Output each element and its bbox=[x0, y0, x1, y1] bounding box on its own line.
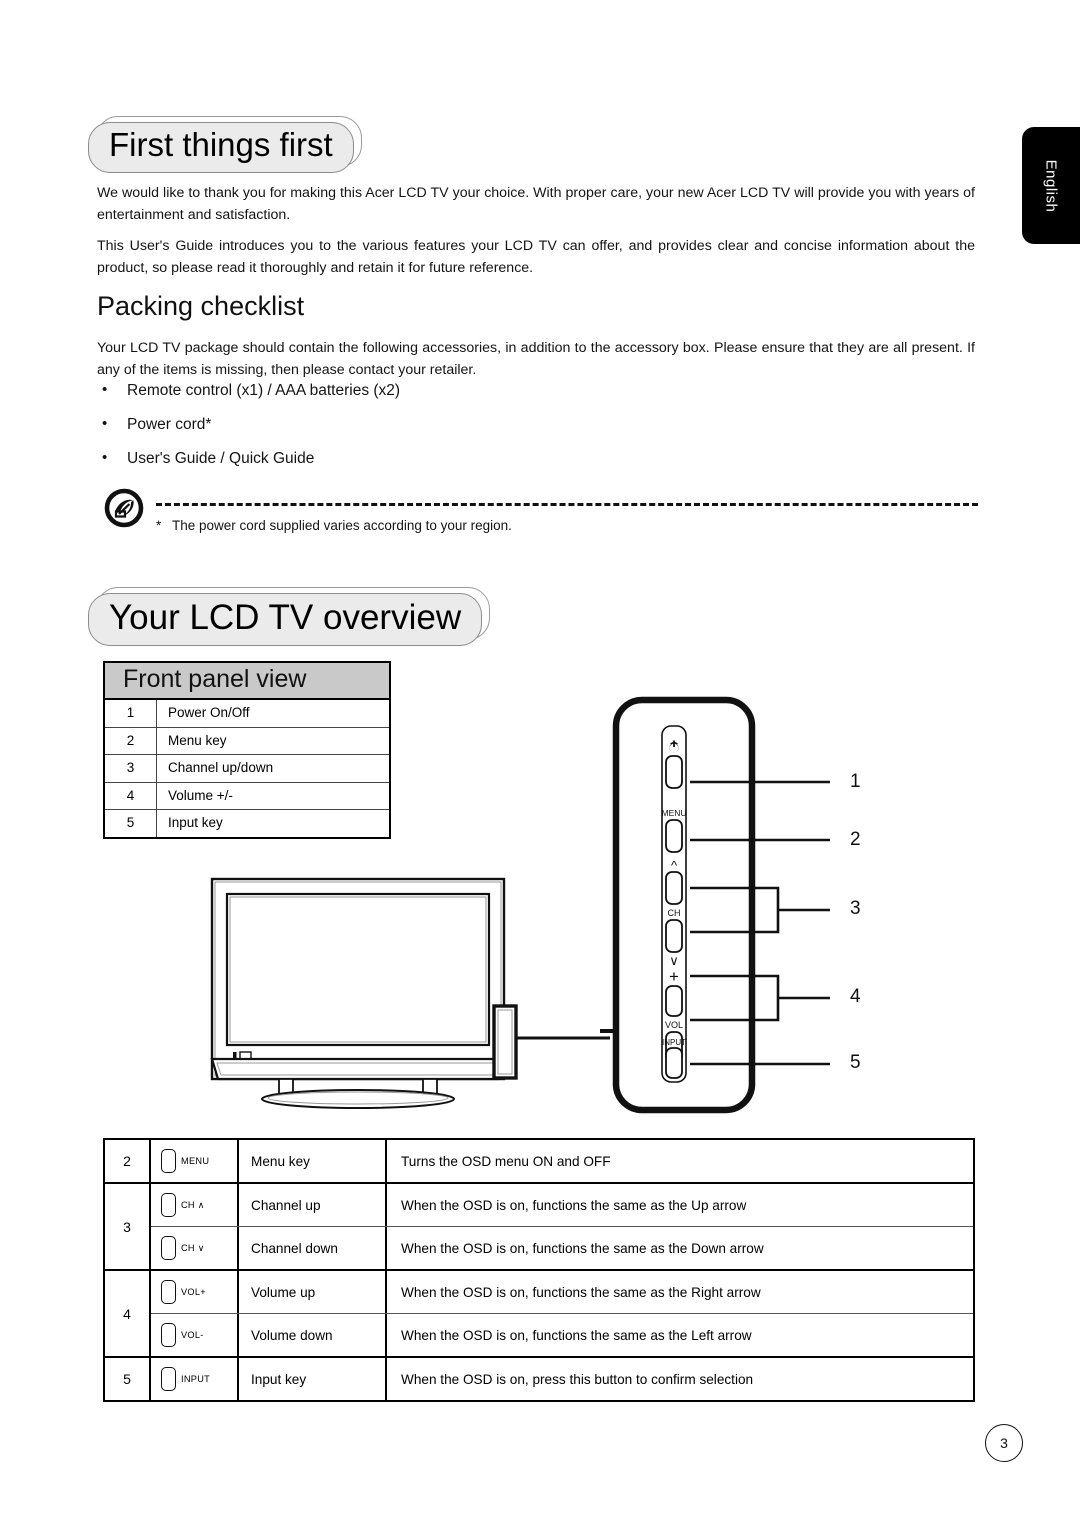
table-row: CH ∨ Channel down When the OSD is on, fu… bbox=[151, 1227, 973, 1269]
callout-number-4: 4 bbox=[850, 986, 861, 1007]
table-row: INPUT Input key When the OSD is on, pres… bbox=[151, 1358, 973, 1400]
key-icon-label: INPUT bbox=[181, 1374, 211, 1384]
table-row: 3 Channel up/down bbox=[105, 755, 389, 783]
row-number: 5 bbox=[105, 810, 157, 837]
callout-number-1: 1 bbox=[850, 771, 861, 792]
lcd-tv-illustration bbox=[210, 877, 610, 1109]
input-button bbox=[665, 1047, 683, 1079]
channel-up-button-icon bbox=[161, 1193, 176, 1217]
panel-callout-lines bbox=[690, 780, 830, 1066]
group-number: 5 bbox=[105, 1358, 151, 1400]
table-group: 4 VOL+ Volume up When the OSD is on, fun… bbox=[105, 1271, 973, 1358]
acer-note-icon bbox=[104, 488, 144, 528]
table-row: MENU Menu key Turns the OSD menu ON and … bbox=[151, 1140, 973, 1182]
note-footnote-text: The power cord supplied varies according… bbox=[172, 518, 512, 533]
key-icon-label: VOL- bbox=[181, 1330, 204, 1340]
group-number: 4 bbox=[105, 1271, 151, 1356]
language-tab-label: English bbox=[1042, 159, 1060, 212]
table-row: 5 Input key bbox=[105, 810, 389, 837]
row-number: 1 bbox=[105, 700, 157, 727]
key-description: When the OSD is on, functions the same a… bbox=[401, 1284, 761, 1300]
row-label: Power On/Off bbox=[168, 705, 250, 720]
page-number: 3 bbox=[985, 1424, 1023, 1462]
key-icon-label: CH ∧ bbox=[181, 1199, 205, 1210]
lcd-tv-overview-title: Your LCD TV overview bbox=[109, 598, 462, 637]
input-button-icon bbox=[161, 1367, 176, 1391]
key-name: Volume down bbox=[239, 1314, 387, 1356]
key-icon-label: CH ∨ bbox=[181, 1242, 205, 1253]
key-description: When the OSD is on, functions the same a… bbox=[401, 1327, 752, 1343]
list-item: Power cord* bbox=[97, 414, 797, 435]
table-group: 3 CH ∧ Channel up When the OSD is on, fu… bbox=[105, 1184, 973, 1271]
table-row: 1 Power On/Off bbox=[105, 700, 389, 728]
key-icon-cell: CH ∧ bbox=[151, 1184, 239, 1226]
list-item: Remote control (x1) / AAA batteries (x2) bbox=[97, 380, 797, 401]
key-icon-label: MENU bbox=[181, 1156, 210, 1166]
row-label: Volume +/- bbox=[168, 787, 233, 803]
key-description: When the OSD is on, functions the same a… bbox=[401, 1240, 764, 1256]
front-panel-key-description-table: 2 MENU Menu key Turns the OSD menu ON an… bbox=[103, 1138, 975, 1402]
table-row: 2 Menu key bbox=[105, 727, 389, 755]
table-row: VOL+ Volume up When the OSD is on, funct… bbox=[151, 1271, 973, 1314]
callout-bracket-4 bbox=[690, 974, 780, 1022]
key-name: Channel down bbox=[239, 1227, 387, 1269]
note-marker: * bbox=[156, 518, 162, 533]
key-icon-cell: CH ∨ bbox=[151, 1227, 239, 1269]
intro-paragraph-2: This User's Guide introduces you to the … bbox=[97, 238, 975, 276]
key-name: Input key bbox=[239, 1358, 387, 1400]
packing-checklist-heading: Packing checklist bbox=[97, 291, 305, 321]
callout-number-3: 3 bbox=[850, 898, 861, 919]
key-icon-cell: VOL+ bbox=[151, 1271, 239, 1313]
front-panel-view-table: Front panel view 1 Power On/Off 2 Menu k… bbox=[103, 661, 391, 839]
volume-down-button-icon bbox=[161, 1323, 176, 1347]
note-footnote: * The power cord supplied varies accordin… bbox=[156, 518, 512, 533]
callout-number-5: 5 bbox=[850, 1052, 861, 1073]
row-number: 4 bbox=[105, 782, 157, 809]
table-group: 2 MENU Menu key Turns the OSD menu ON an… bbox=[105, 1140, 973, 1184]
front-panel-table-header: Front panel view bbox=[105, 663, 389, 700]
callout-bracket-3 bbox=[690, 886, 780, 934]
input-button-label: INPUT bbox=[662, 1038, 686, 1047]
table-row: CH ∧ Channel up When the OSD is on, func… bbox=[151, 1184, 973, 1227]
key-name: Menu key bbox=[239, 1140, 387, 1182]
key-icon-cell: INPUT bbox=[151, 1358, 239, 1400]
volume-up-button-icon bbox=[161, 1280, 176, 1304]
banner-front-card: Your LCD TV overview bbox=[88, 593, 483, 647]
key-description: When the OSD is on, press this button to… bbox=[401, 1371, 754, 1387]
banner-front-card: First things first bbox=[88, 122, 354, 173]
group-number: 2 bbox=[105, 1140, 151, 1182]
table-row: 4 Volume +/- bbox=[105, 782, 389, 810]
menu-button-icon bbox=[161, 1149, 176, 1173]
row-label: Channel up/down bbox=[168, 760, 274, 775]
key-description: Turns the OSD menu ON and OFF bbox=[401, 1153, 611, 1169]
row-number: 2 bbox=[105, 727, 157, 754]
first-things-first-title: First things first bbox=[109, 126, 333, 163]
callout-number-2: 2 bbox=[850, 829, 861, 850]
table-group: 5 INPUT Input key When the OSD is on, pr… bbox=[105, 1358, 973, 1400]
tv-side-panel-highlight bbox=[492, 1004, 518, 1080]
table-row: VOL- Volume down When the OSD is on, fun… bbox=[151, 1314, 973, 1356]
key-description: When the OSD is on, functions the same a… bbox=[401, 1197, 747, 1213]
group-number: 3 bbox=[105, 1184, 151, 1269]
language-tab: English bbox=[1022, 127, 1080, 244]
key-icon-cell: VOL- bbox=[151, 1314, 239, 1356]
list-item: User's Guide / Quick Guide bbox=[97, 448, 797, 469]
row-label: Input key bbox=[168, 815, 223, 830]
channel-down-button-icon bbox=[161, 1236, 176, 1260]
key-name: Channel up bbox=[239, 1184, 387, 1226]
row-number: 3 bbox=[105, 755, 157, 782]
key-name: Volume up bbox=[239, 1271, 387, 1313]
intro-paragraph-1: We would like to thank you for making th… bbox=[97, 185, 975, 223]
key-icon-label: VOL+ bbox=[181, 1287, 206, 1297]
section-heading-first-things-first: First things first bbox=[88, 116, 362, 173]
section-heading-lcd-tv-overview: Your LCD TV overview bbox=[88, 587, 491, 647]
row-label: Menu key bbox=[168, 732, 227, 748]
note-divider bbox=[156, 503, 978, 506]
key-icon-cell: MENU bbox=[151, 1140, 239, 1182]
packing-intro-paragraph: Your LCD TV package should contain the f… bbox=[97, 340, 975, 378]
packing-checklist-list: Remote control (x1) / AAA batteries (x2)… bbox=[97, 380, 797, 483]
